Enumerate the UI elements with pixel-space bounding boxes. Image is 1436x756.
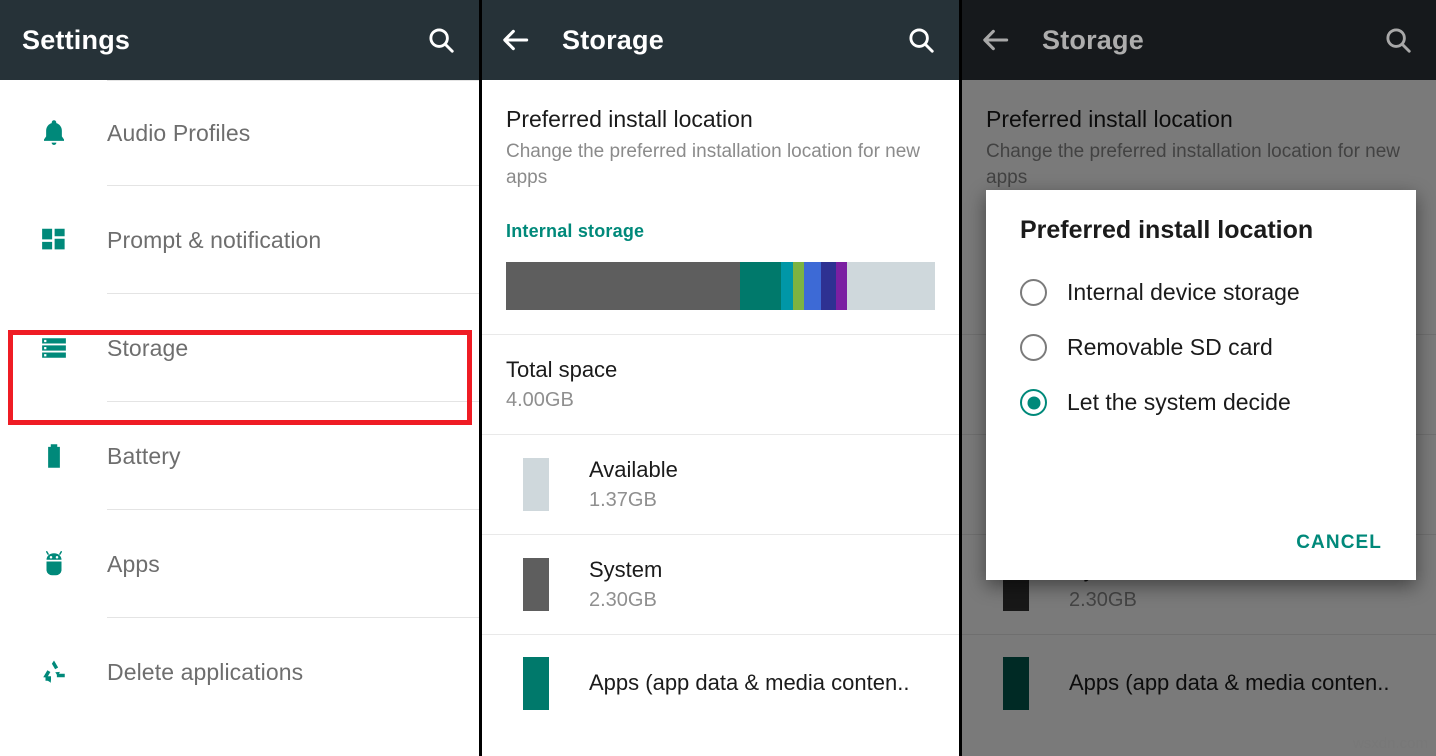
sidebar-item-storage[interactable]: Storage xyxy=(0,294,479,402)
recycle-icon xyxy=(0,657,107,687)
radio-icon-selected[interactable] xyxy=(1020,389,1047,416)
preference-subtitle: Change the preferred installation locati… xyxy=(506,139,935,190)
swatch-cell xyxy=(482,458,589,511)
battery-icon xyxy=(0,441,107,471)
search-icon[interactable] xyxy=(1376,18,1420,62)
radio-icon[interactable] xyxy=(1020,334,1047,361)
storage-icon xyxy=(0,333,107,363)
radio-option-label: Removable SD card xyxy=(1067,334,1273,361)
bar-segment-apps xyxy=(740,262,781,310)
color-swatch-apps xyxy=(523,657,549,710)
sidebar-item-apps[interactable]: Apps xyxy=(0,510,479,618)
preference-title: Preferred install location xyxy=(506,106,935,132)
page-title: Storage xyxy=(562,25,664,56)
page-title: Storage xyxy=(1042,25,1144,56)
watermark-site: wsxdn.com xyxy=(1353,735,1428,752)
storage-panel: Storage Preferred install location Chang… xyxy=(479,0,959,756)
sidebar-item-label: Battery xyxy=(107,443,181,470)
internal-storage-label: Internal storage xyxy=(482,211,959,242)
total-space-value: 4.00GB xyxy=(506,389,935,412)
dialog-options: Internal device storage Removable SD car… xyxy=(986,251,1416,430)
radio-option-label: Let the system decide xyxy=(1067,389,1291,416)
preferred-install-location-dialog: Preferred install location Internal devi… xyxy=(986,190,1416,580)
back-arrow-icon[interactable] xyxy=(488,24,544,56)
sidebar-item-label: Storage xyxy=(107,335,188,362)
bar-segment-f xyxy=(821,262,836,310)
system-row[interactable]: System 2.30GB xyxy=(482,535,959,634)
radio-option-internal-device-storage[interactable]: Internal device storage xyxy=(986,265,1416,320)
swatch-cell xyxy=(482,558,589,611)
stacked-bar xyxy=(506,262,935,310)
apps-label: Apps (app data & media conten.. xyxy=(589,670,935,696)
available-label: Available xyxy=(589,457,935,483)
dialog-title: Preferred install location xyxy=(986,216,1416,251)
search-icon[interactable] xyxy=(899,18,943,62)
system-value: 2.30GB xyxy=(589,589,935,612)
back-arrow-icon[interactable] xyxy=(968,24,1024,56)
android-icon xyxy=(0,549,107,579)
bell-icon xyxy=(0,117,107,149)
sidebar-item-delete-applications[interactable]: Delete applications xyxy=(0,618,479,726)
total-space-label: Total space xyxy=(506,357,935,383)
sidebar-item-battery[interactable]: Battery xyxy=(0,402,479,510)
swatch-cell xyxy=(482,657,589,710)
cancel-button[interactable]: CANCEL xyxy=(1296,532,1382,554)
color-swatch-available xyxy=(523,458,549,511)
right-appbar: Storage xyxy=(962,0,1436,80)
radio-option-removable-sd-card[interactable]: Removable SD card xyxy=(986,320,1416,375)
grid-icon xyxy=(0,225,107,255)
sidebar-item-label: Prompt & notification xyxy=(107,227,321,254)
divider xyxy=(107,80,479,81)
sidebar-item-prompt-notification[interactable]: Prompt & notification xyxy=(0,186,479,294)
available-value: 1.37GB xyxy=(589,489,935,512)
total-space-row: Total space 4.00GB xyxy=(482,335,959,434)
radio-icon[interactable] xyxy=(1020,279,1047,306)
storage-content: Preferred install location Change the pr… xyxy=(482,80,959,732)
settings-list: Audio Profiles Prompt & notification xyxy=(0,80,479,726)
bar-segment-d xyxy=(793,262,804,310)
page-title: Settings xyxy=(22,25,130,56)
radio-option-let-the-system-decide[interactable]: Let the system decide xyxy=(986,375,1416,430)
storage-dialog-panel: Storage Preferred install location Chang… xyxy=(959,0,1436,756)
sidebar-item-label: Audio Profiles xyxy=(107,120,250,147)
sidebar-item-label: Delete applications xyxy=(107,659,303,686)
left-appbar: Settings xyxy=(0,0,479,80)
sidebar-item-label: Apps xyxy=(107,551,160,578)
preferred-install-location-row[interactable]: Preferred install location Change the pr… xyxy=(482,80,959,211)
bar-segment-e xyxy=(804,262,821,310)
dialog-actions: CANCEL xyxy=(1296,532,1416,580)
apps-row[interactable]: Apps (app data & media conten.. xyxy=(482,635,959,732)
sidebar-item-audio-profiles[interactable]: Audio Profiles xyxy=(0,80,479,186)
bar-segment-c xyxy=(781,262,794,310)
available-row[interactable]: Available 1.37GB xyxy=(482,435,959,534)
color-swatch-system xyxy=(523,558,549,611)
bar-segment-g xyxy=(836,262,847,310)
search-icon[interactable] xyxy=(419,18,463,62)
bar-segment-system xyxy=(506,262,740,310)
bar-segment-available xyxy=(847,262,935,310)
system-label: System xyxy=(589,557,935,583)
storage-usage-bar xyxy=(482,242,959,334)
mid-appbar: Storage xyxy=(482,0,959,80)
settings-panel: Settings Audio Profiles Prompt & notific… xyxy=(0,0,479,756)
radio-option-label: Internal device storage xyxy=(1067,279,1300,306)
